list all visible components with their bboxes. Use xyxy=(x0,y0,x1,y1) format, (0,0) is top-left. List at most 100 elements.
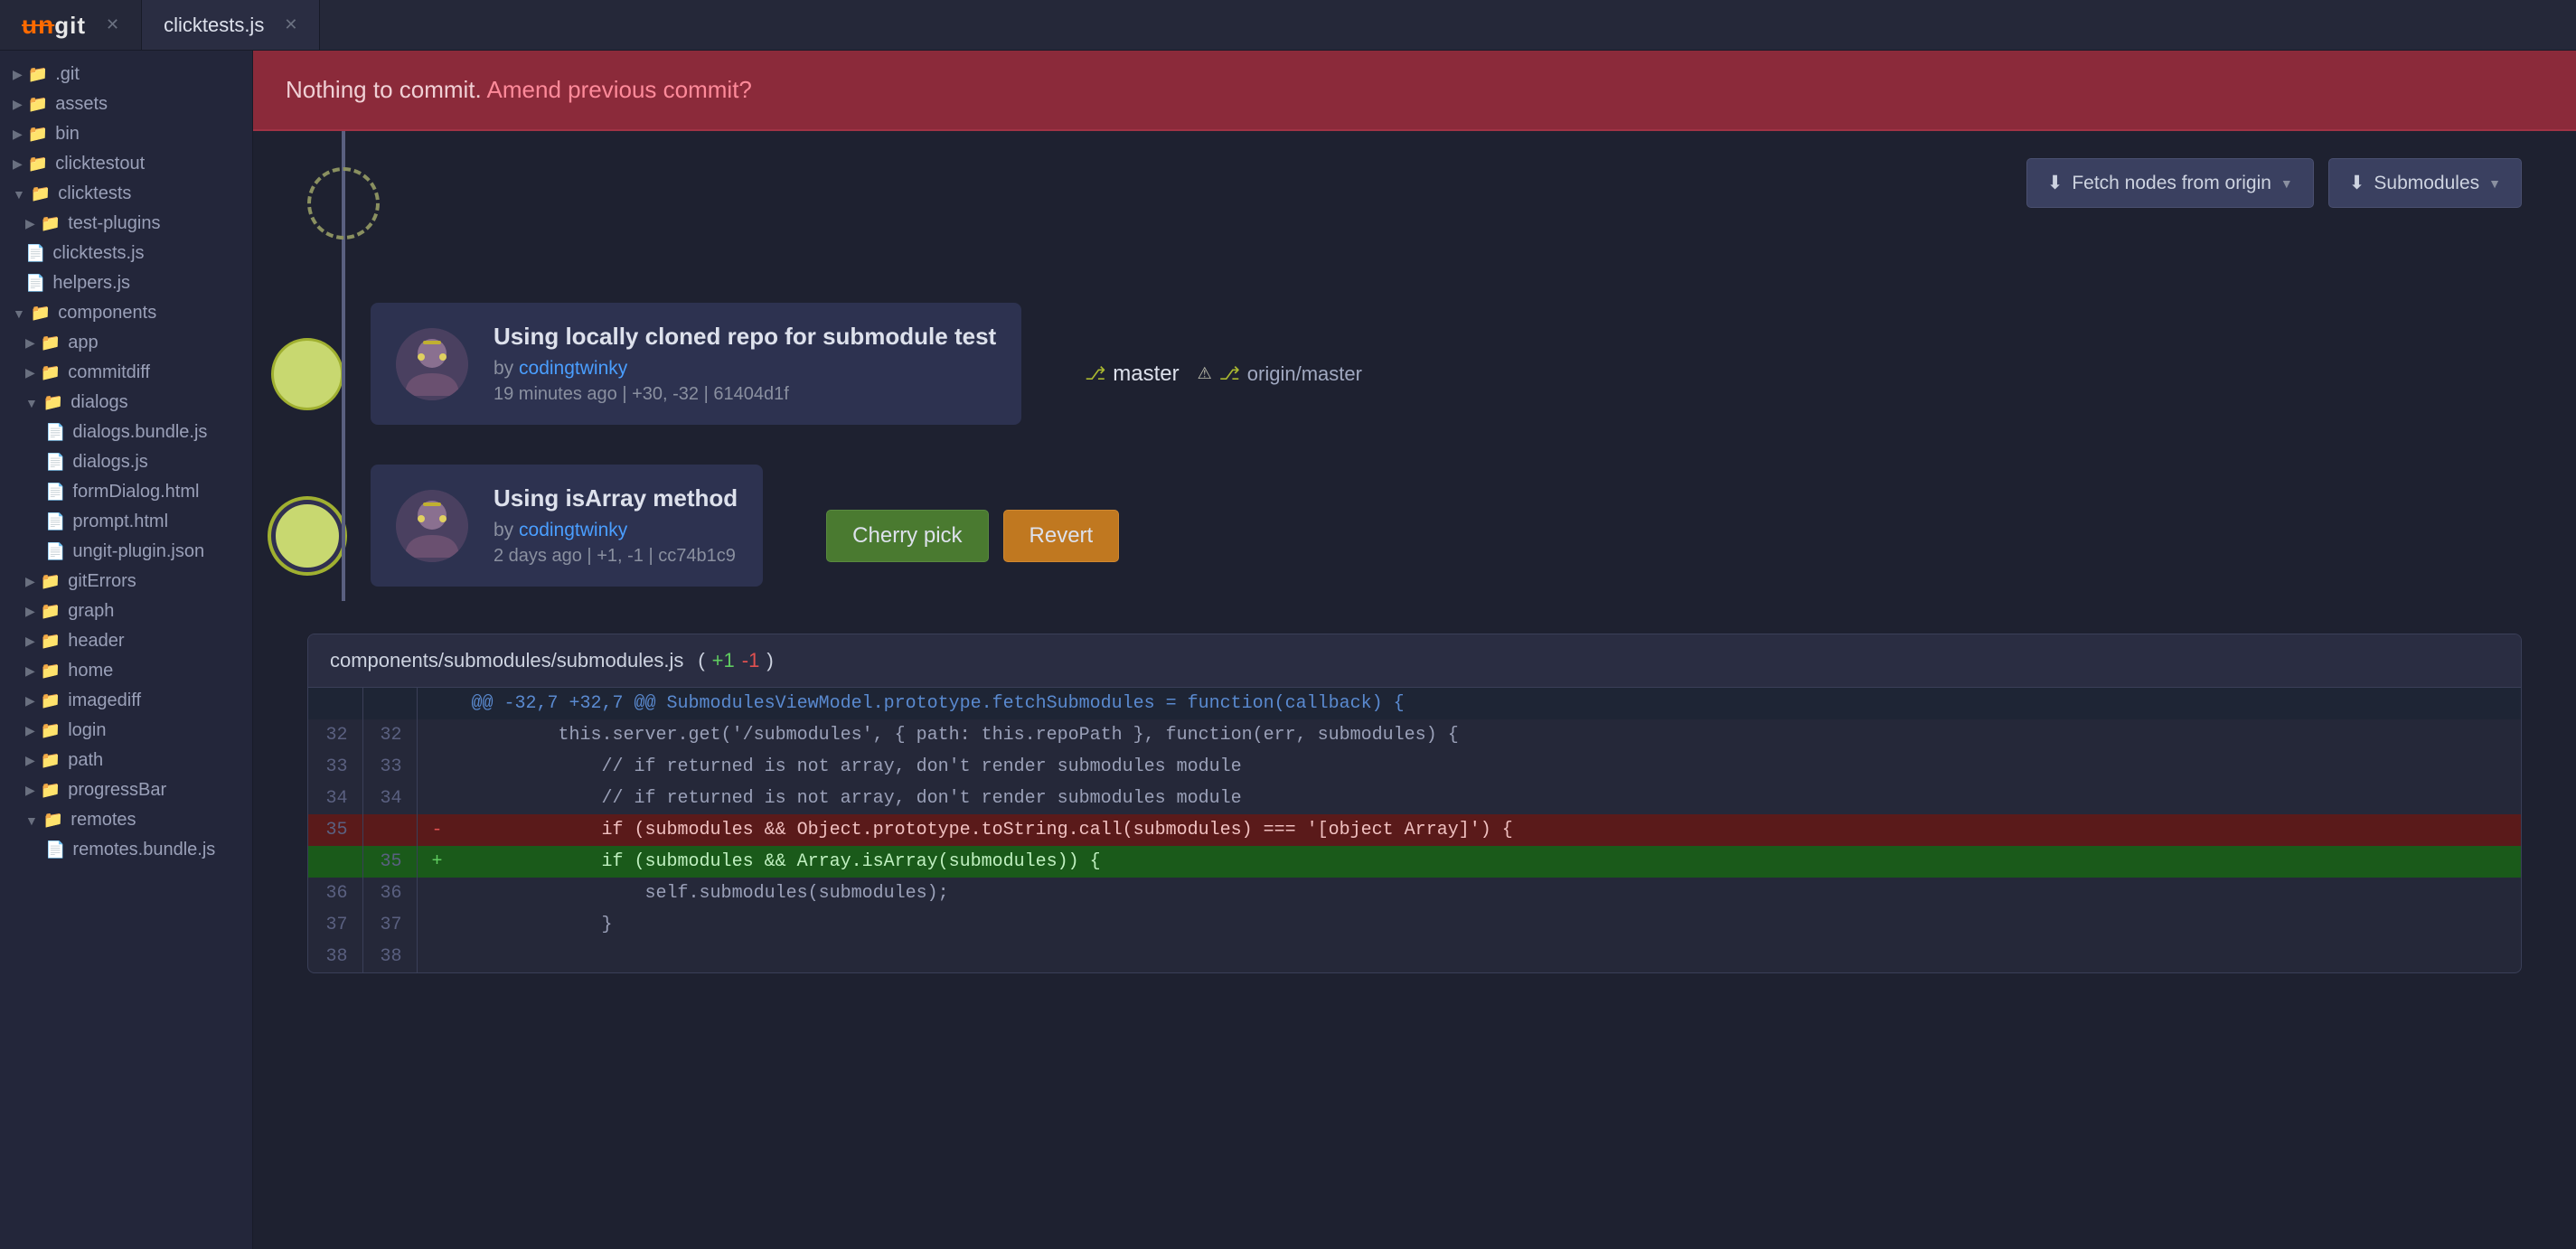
branch-master-label: ⎇ master xyxy=(1085,362,1179,387)
sidebar-item-clicktests-js[interactable]: 📄 clicktests.js xyxy=(0,239,252,268)
sidebar-item-components[interactable]: ▼ 📁 components xyxy=(0,298,252,328)
diff-sign xyxy=(417,941,457,972)
sidebar-item-commitdiff[interactable]: ▶ 📁 commitdiff xyxy=(0,358,252,388)
commit-1-author-link[interactable]: codingtwinky xyxy=(519,358,627,379)
file-icon: 📄 xyxy=(25,274,45,293)
sidebar-item-clicktests[interactable]: ▼ 📁 clicktests xyxy=(0,179,252,209)
commit-1-hash: 61404d1f xyxy=(713,384,788,404)
chevron-right-icon: ▶ xyxy=(25,723,35,738)
sidebar-item-label: progressBar xyxy=(68,780,166,801)
sidebar-item-git[interactable]: ▶ 📁 .git xyxy=(0,60,252,89)
sidebar-item-app[interactable]: ▶ 📁 app xyxy=(0,328,252,358)
sidebar-item-prompt[interactable]: 📄 prompt.html xyxy=(0,507,252,537)
commit-1-title: Using locally cloned repo for submodule … xyxy=(494,323,996,351)
chevron-right-icon: ▶ xyxy=(25,574,35,589)
diff-content: self.submodules(submodules); xyxy=(457,878,2521,909)
sidebar-item-label: commitdiff xyxy=(68,362,150,383)
chevron-right-icon: ▶ xyxy=(25,783,35,798)
sidebar-item-header[interactable]: ▶ 📁 header xyxy=(0,626,252,656)
sidebar-item-label: formDialog.html xyxy=(72,482,199,502)
commit-2-author-link[interactable]: codingtwinky xyxy=(519,520,627,540)
diff-line-num-right xyxy=(362,814,417,846)
branch-origin-label: ⚠ ⎇ origin/master xyxy=(1198,362,1362,386)
sidebar-item-label: helpers.js xyxy=(52,273,130,294)
chevron-down-icon: ▼ xyxy=(25,396,38,410)
file-icon: 📄 xyxy=(45,512,65,531)
node-uncommitted xyxy=(307,167,380,239)
cherry-pick-button[interactable]: Cherry pick xyxy=(826,510,988,562)
commit-2-hash: cc74b1c9 xyxy=(658,546,736,566)
diff-header: components/submodules/submodules.js ( +1… xyxy=(308,634,2521,688)
chevron-right-icon: ▶ xyxy=(13,127,23,142)
sidebar-item-path[interactable]: ▶ 📁 path xyxy=(0,746,252,775)
folder-icon: 📁 xyxy=(41,781,61,800)
sidebar-item-label: clicktestout xyxy=(55,154,145,174)
sidebar-item-label: remotes.bundle.js xyxy=(72,840,215,860)
sidebar-item-label: components xyxy=(58,303,156,324)
folder-icon: 📁 xyxy=(41,333,61,352)
revert-button[interactable]: Revert xyxy=(1003,510,1120,562)
diff-sign xyxy=(417,688,457,719)
fetch-nodes-button[interactable]: ⬇ Fetch nodes from origin ▼ xyxy=(2026,158,2314,208)
diff-file-path: components/submodules/submodules.js xyxy=(330,649,683,672)
diff-content: // if returned is not array, don't rende… xyxy=(457,751,2521,783)
diff-close-paren: ) xyxy=(766,649,773,672)
sidebar-item-bin[interactable]: ▶ 📁 bin xyxy=(0,119,252,149)
sidebar-item-gitErrors[interactable]: ▶ 📁 gitErrors xyxy=(0,567,252,596)
sidebar-item-graph[interactable]: ▶ 📁 graph xyxy=(0,596,252,626)
folder-icon: 📁 xyxy=(28,95,48,114)
sidebar-item-label: assets xyxy=(55,94,108,115)
tab-clicktests[interactable]: clicktests.js ✕ xyxy=(142,0,320,50)
sidebar-item-login[interactable]: ▶ 📁 login xyxy=(0,716,252,746)
sidebar-item-label: graph xyxy=(68,601,114,622)
diff-line-num-right: 37 xyxy=(362,909,417,941)
commit-1-stats: +30, -32 xyxy=(632,384,699,404)
tab-ungit-close[interactable]: ✕ xyxy=(106,15,119,34)
diff-line-num-right xyxy=(362,688,417,719)
chevron-right-icon: ▶ xyxy=(25,753,35,768)
sidebar-item-assets[interactable]: ▶ 📁 assets xyxy=(0,89,252,119)
sidebar-item-remotes-bundle[interactable]: 📄 remotes.bundle.js xyxy=(0,835,252,865)
tab-clicktests-label: clicktests.js xyxy=(164,14,264,37)
sidebar-item-ungit-plugin[interactable]: 📄 ungit-plugin.json xyxy=(0,537,252,567)
sidebar-item-home[interactable]: ▶ 📁 home xyxy=(0,656,252,686)
amend-commit-link[interactable]: Amend previous commit? xyxy=(487,76,752,103)
graph-controls: ⬇ Fetch nodes from origin ▼ ⬇ Submodules… xyxy=(2026,158,2522,208)
chevron-right-icon: ▶ xyxy=(25,693,35,709)
sidebar-item-progressBar[interactable]: ▶ 📁 progressBar xyxy=(0,775,252,805)
commit-2-title: Using isArray method xyxy=(494,484,738,512)
commit-banner: Nothing to commit. Amend previous commit… xyxy=(253,51,2576,131)
sidebar-item-dialogs[interactable]: ▼ 📁 dialogs xyxy=(0,388,252,418)
fetch-dropdown-icon[interactable]: ▼ xyxy=(2280,176,2293,191)
chevron-right-icon: ▶ xyxy=(25,335,35,351)
folder-icon: 📁 xyxy=(41,214,61,233)
tab-ungit[interactable]: ungit ✕ xyxy=(0,0,142,50)
fetch-nodes-label: Fetch nodes from origin xyxy=(2072,173,2271,194)
diff-sign: - xyxy=(417,814,457,846)
diff-sign xyxy=(417,783,457,814)
ungit-logo: ungit xyxy=(22,11,86,40)
sidebar-item-remotes[interactable]: ▼ 📁 remotes xyxy=(0,805,252,835)
diff-line-num-left xyxy=(308,846,362,878)
tab-clicktests-close[interactable]: ✕ xyxy=(284,15,297,34)
diff-sign: + xyxy=(417,846,457,878)
sidebar-item-test-plugins[interactable]: ▶ 📁 test-plugins xyxy=(0,209,252,239)
sidebar-item-clicktestout[interactable]: ▶ 📁 clicktestout xyxy=(0,149,252,179)
submodules-dropdown-icon[interactable]: ▼ xyxy=(2488,176,2501,191)
folder-icon: 📁 xyxy=(31,304,51,323)
sidebar-item-dialogs-bundle[interactable]: 📄 dialogs.bundle.js xyxy=(0,418,252,447)
folder-icon: 📁 xyxy=(28,155,48,174)
sidebar-item-label: clicktests xyxy=(58,183,131,204)
branch-origin-text: origin/master xyxy=(1247,362,1362,386)
commit-banner-static: Nothing to commit. xyxy=(286,76,487,103)
submodules-button[interactable]: ⬇ Submodules ▼ xyxy=(2328,158,2522,208)
sidebar-item-dialogs-js[interactable]: 📄 dialogs.js xyxy=(0,447,252,477)
commit-1-author: by codingtwinky xyxy=(494,358,996,380)
sidebar-item-label: header xyxy=(68,631,124,652)
diff-sign xyxy=(417,878,457,909)
diff-line-num-left: 38 xyxy=(308,941,362,972)
commit-2-info: Using isArray method by codingtwinky 2 d… xyxy=(494,484,738,567)
sidebar-item-helpers-js[interactable]: 📄 helpers.js xyxy=(0,268,252,298)
sidebar-item-imagediff[interactable]: ▶ 📁 imagediff xyxy=(0,686,252,716)
sidebar-item-formDialog[interactable]: 📄 formDialog.html xyxy=(0,477,252,507)
